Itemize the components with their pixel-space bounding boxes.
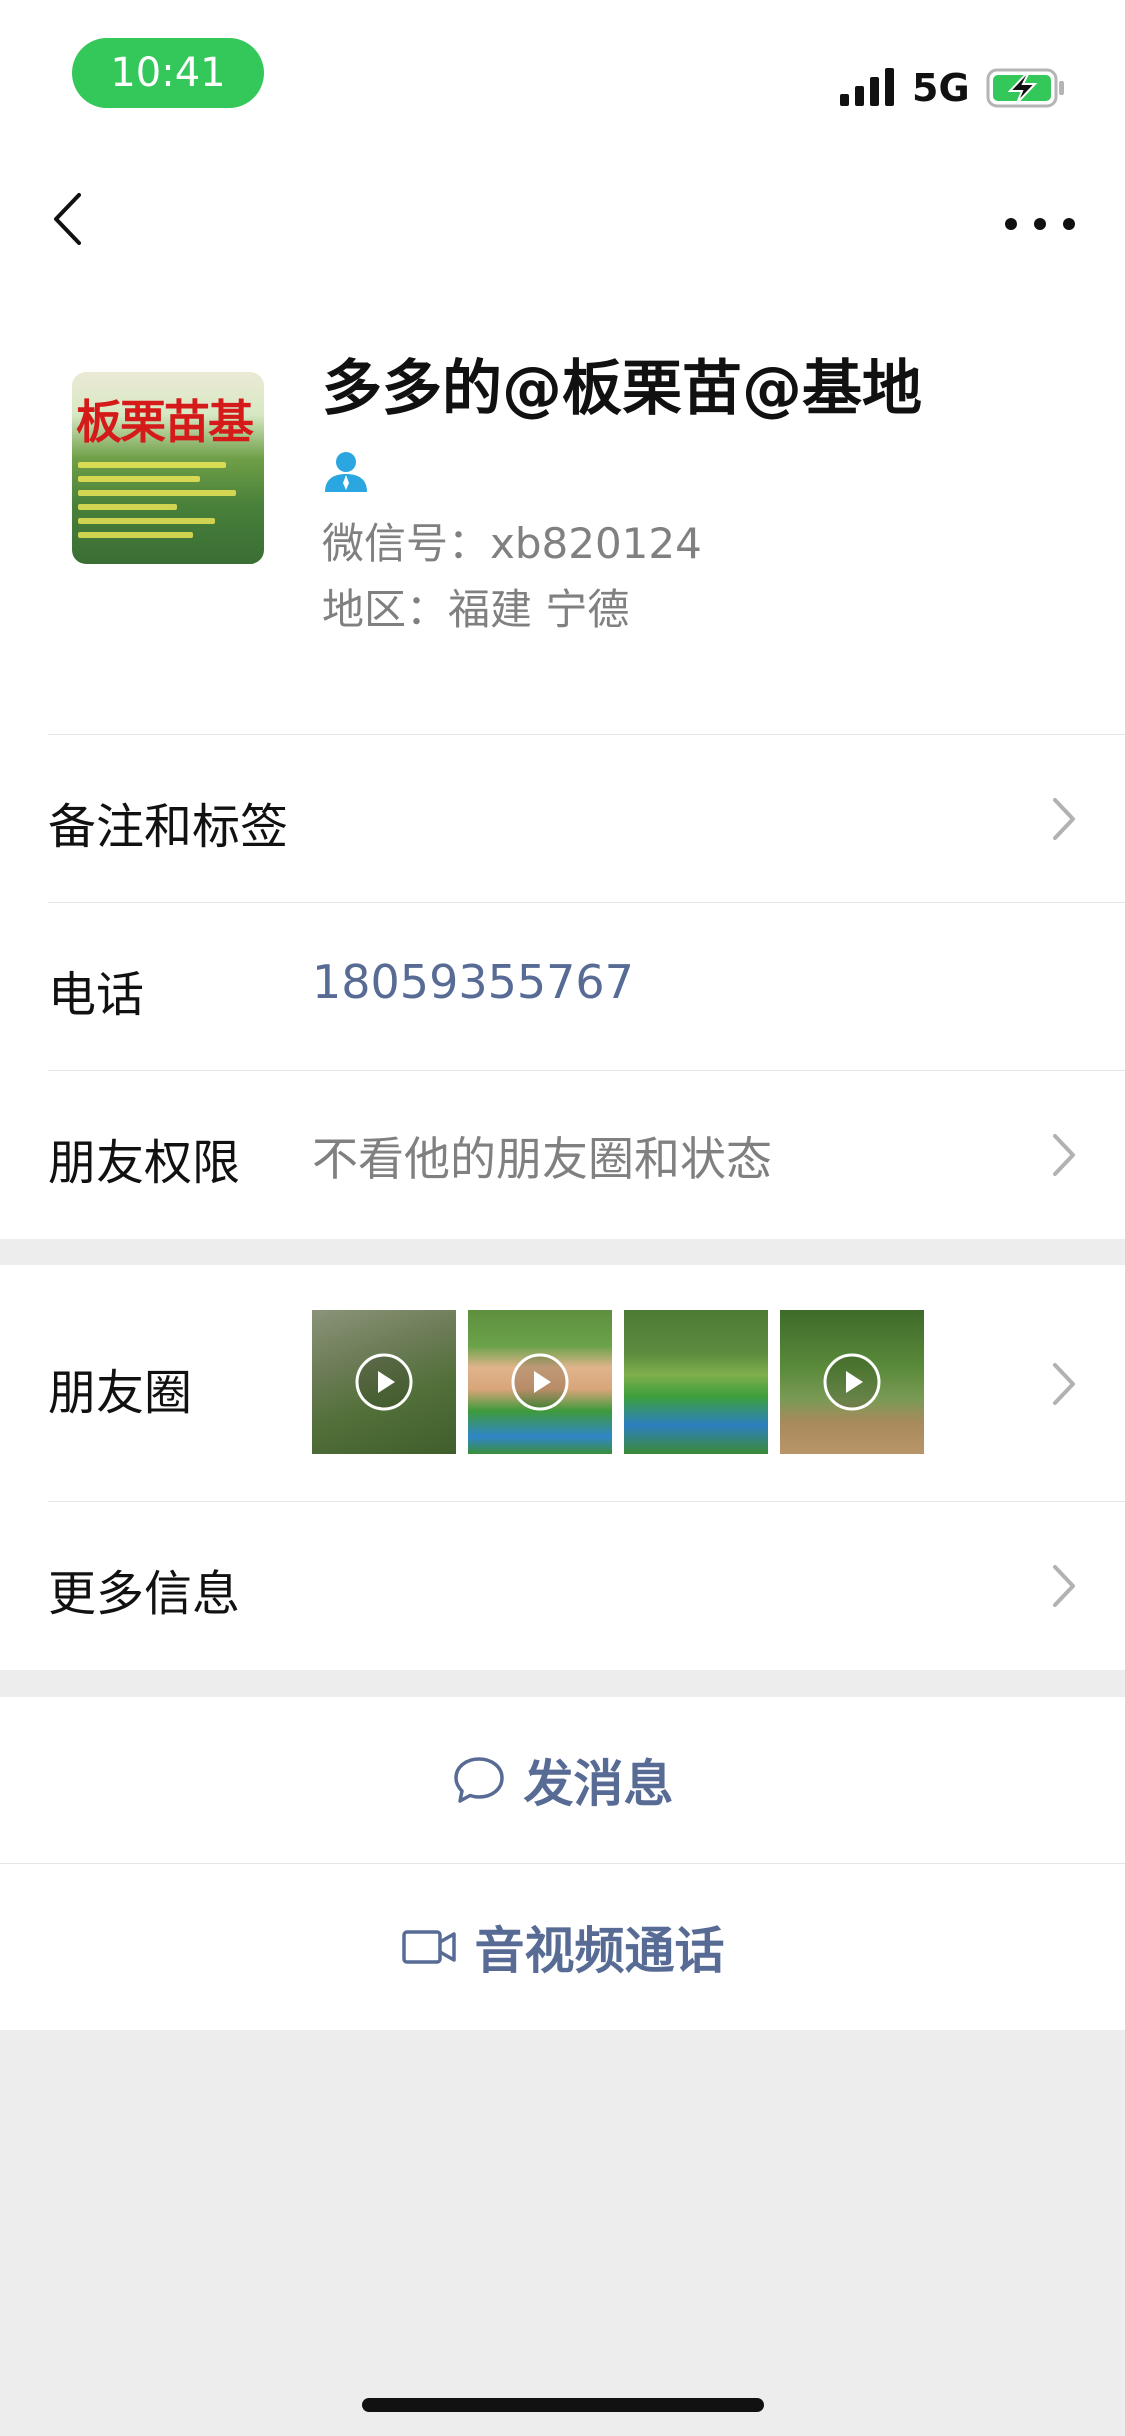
status-time: 10:41 — [72, 38, 264, 108]
wechat-id: 微信号：xb820124 — [322, 519, 702, 568]
row-more-info[interactable]: 更多信息 — [0, 1502, 1125, 1670]
audio-video-call-button[interactable]: 音视频通话 — [0, 1864, 1125, 2030]
play-icon — [355, 1353, 413, 1411]
row-label: 朋友圈 — [48, 1365, 193, 1421]
chevron-right-icon — [1053, 1565, 1075, 1607]
permission-value: 不看他的朋友圈和状态 — [312, 1132, 772, 1186]
phone-number-link[interactable]: 18059355767 — [312, 955, 634, 1009]
cellular-signal-icon — [840, 68, 894, 106]
row-label: 电话 — [48, 967, 145, 1023]
play-icon — [823, 1353, 881, 1411]
moment-thumbnail — [780, 1310, 924, 1454]
person-icon — [325, 452, 367, 492]
chevron-left-icon — [54, 193, 81, 245]
chevron-right-icon — [1053, 798, 1075, 840]
battery-charging-icon — [986, 68, 1064, 108]
moment-thumbnail — [468, 1310, 612, 1454]
avatar-text: 板栗苗基 — [76, 395, 254, 449]
network-type: 5G — [912, 66, 970, 110]
row-friend-permissions[interactable]: 朋友权限 不看他的朋友圈和状态 — [0, 1071, 1125, 1239]
chat-bubble-icon — [453, 1757, 504, 1803]
more-dots-icon — [1005, 218, 1017, 230]
row-remarks-tags[interactable]: 备注和标签 — [0, 735, 1125, 903]
region: 地区：福建 宁德 — [322, 585, 630, 634]
back-button[interactable] — [42, 184, 92, 254]
video-camera-icon — [401, 1930, 456, 1964]
row-label: 备注和标签 — [48, 799, 289, 855]
chevron-right-icon — [1053, 1134, 1075, 1176]
more-button[interactable] — [1005, 204, 1075, 244]
moment-thumbnail — [312, 1310, 456, 1454]
audio-video-call-label: 音视频通话 — [474, 1922, 725, 1980]
moment-thumbnail — [624, 1310, 768, 1454]
row-phone: 电话 18059355767 — [0, 903, 1125, 1071]
status-bar: 10:41 5G — [0, 0, 1125, 140]
home-indicator[interactable] — [362, 2398, 764, 2412]
row-label: 朋友权限 — [48, 1135, 241, 1191]
moments-thumbnails — [312, 1310, 924, 1454]
send-message-label: 发消息 — [523, 1755, 674, 1813]
avatar[interactable]: 板栗苗基 — [72, 372, 264, 564]
profile-card: 板栗苗基 多多的@板栗苗@基地 微信号：xb820124 地区：福建 宁德 — [0, 290, 1125, 735]
chevron-right-icon — [1053, 1363, 1075, 1405]
send-message-button[interactable]: 发消息 — [0, 1697, 1125, 1863]
row-moments[interactable]: 朋友圈 — [0, 1265, 1125, 1502]
row-label: 更多信息 — [48, 1566, 241, 1622]
nav-bar — [0, 140, 1125, 290]
play-icon — [511, 1353, 569, 1411]
contact-name: 多多的@板栗苗@基地 — [322, 354, 922, 424]
